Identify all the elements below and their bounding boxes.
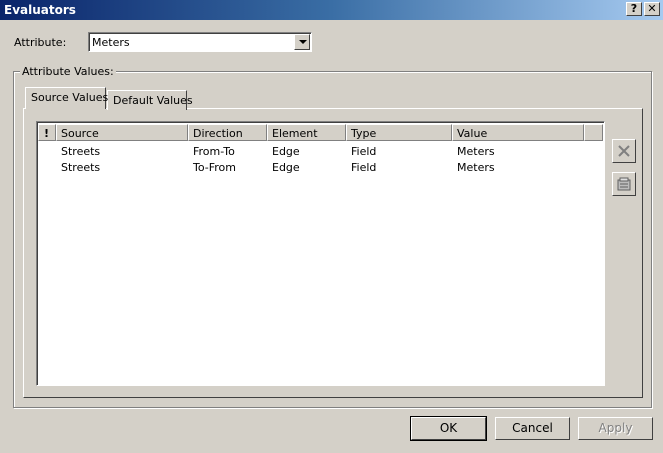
table-row[interactable]: Streets From-To Edge Field Meters	[38, 144, 601, 160]
close-button[interactable]: ✕	[644, 2, 660, 16]
attribute-combobox[interactable]: Meters	[88, 32, 312, 52]
cell-direction: From-To	[193, 145, 235, 158]
window-title: Evaluators	[4, 3, 76, 17]
title-bar: Evaluators ? ✕	[0, 0, 663, 20]
apply-button[interactable]: Apply	[578, 417, 653, 440]
tab-default-values[interactable]: Default Values	[107, 90, 193, 110]
cell-value: Meters	[457, 145, 495, 158]
column-header-value[interactable]: Value	[452, 124, 584, 141]
properties-icon	[617, 177, 631, 191]
group-label: Attribute Values:	[20, 65, 116, 78]
column-header-element[interactable]: Element	[267, 124, 346, 141]
cell-type: Field	[351, 161, 377, 174]
cell-type: Field	[351, 145, 377, 158]
cell-element: Edge	[272, 145, 300, 158]
table-row[interactable]: Streets To-From Edge Field Meters	[38, 160, 601, 176]
column-header-filler	[584, 124, 603, 141]
properties-button[interactable]	[612, 172, 636, 196]
attribute-value: Meters	[92, 36, 130, 49]
cancel-button[interactable]: Cancel	[495, 417, 570, 440]
chevron-down-icon[interactable]	[294, 34, 310, 50]
ok-button[interactable]: OK	[410, 416, 487, 441]
delete-x-icon	[618, 145, 630, 157]
tab-label: Default Values	[113, 94, 193, 107]
source-values-table[interactable]: ! Source Direction Element Type Value St…	[36, 121, 605, 386]
tab-label: Source Values	[31, 91, 109, 104]
attribute-label: Attribute:	[14, 36, 67, 49]
cell-source: Streets	[61, 145, 101, 158]
column-header-direction[interactable]: Direction	[188, 124, 267, 141]
column-header-flag[interactable]: !	[38, 124, 56, 141]
column-header-source[interactable]: Source	[56, 124, 188, 141]
cell-source: Streets	[61, 161, 101, 174]
cell-direction: To-From	[193, 161, 237, 174]
cell-value: Meters	[457, 161, 495, 174]
delete-button[interactable]	[612, 139, 636, 163]
cell-element: Edge	[272, 161, 300, 174]
help-button[interactable]: ?	[626, 2, 642, 16]
tab-source-values[interactable]: Source Values	[25, 87, 109, 109]
column-header-type[interactable]: Type	[346, 124, 452, 141]
